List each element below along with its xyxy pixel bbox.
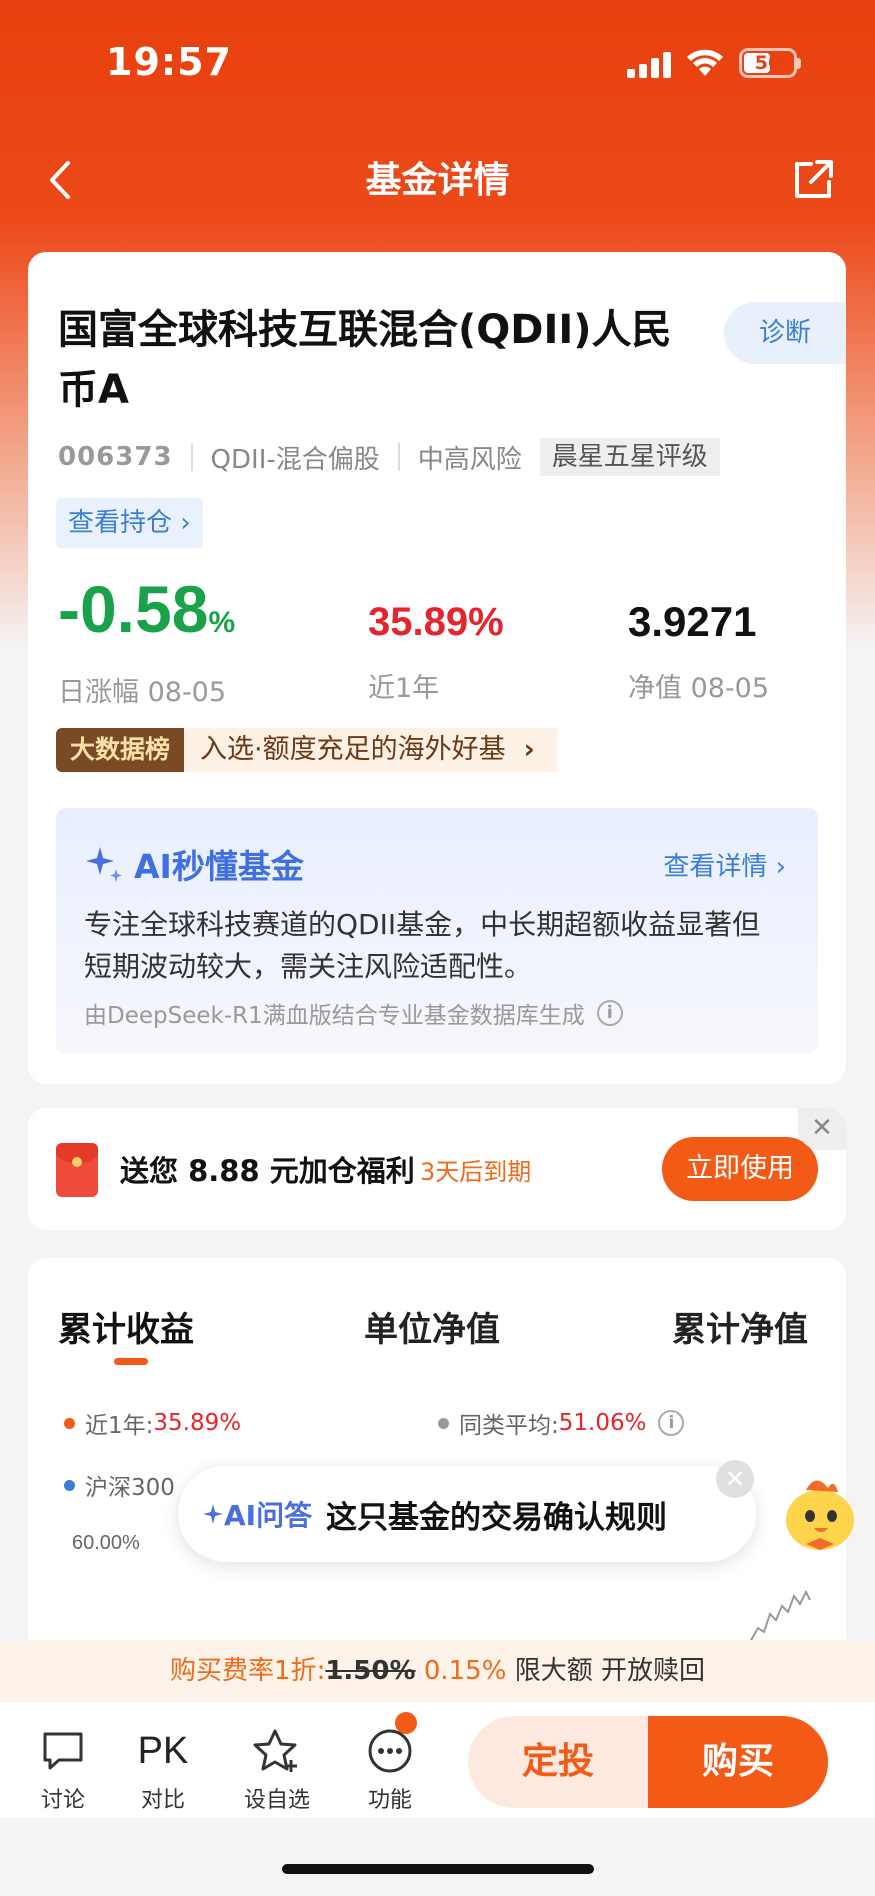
fund-code: 006373: [58, 442, 173, 472]
watch-label: 设自选: [243, 1788, 310, 1813]
coupon-expiry: 3天后到期: [420, 1158, 532, 1186]
fund-type: QDII-混合偏股: [210, 444, 380, 475]
sparkle-icon: [203, 1504, 223, 1524]
more-dots-icon: [368, 1729, 412, 1773]
add-watchlist-button[interactable]: 设自选: [232, 1726, 322, 1814]
ai-details-link[interactable]: 查看详情 ›: [663, 846, 786, 883]
notification-dot: [395, 1712, 417, 1734]
fund-name: 国富全球科技互联混合(QDII)人民币A: [58, 307, 672, 413]
ai-summary-title: AI秒懂基金: [84, 840, 304, 888]
chat-bubble-icon: [43, 1732, 83, 1770]
daily-change-unit: %: [208, 606, 236, 639]
buy-button[interactable]: 购买: [648, 1716, 828, 1808]
ai-summary-panel: AI秒懂基金 查看详情 › 专注全球科技赛道的QDII基金，中长期超额收益显著但…: [56, 808, 818, 1054]
pk-icon: PK: [137, 1730, 189, 1772]
function-button[interactable]: 功能: [345, 1726, 435, 1814]
legend-csi300: 沪深300: [64, 1468, 175, 1502]
ai-footnote: 由DeepSeek-R1满血版结合专业基金数据库生成 i: [84, 996, 623, 1030]
fee-original: 1.50%: [325, 1656, 416, 1686]
coupon-card: 送您 8.88 元加仓福利 3天后到期 立即使用 ✕: [28, 1108, 846, 1230]
view-holdings-button[interactable]: 查看持仓 ›: [56, 498, 203, 548]
fee-prefix: 购买费率1折:: [170, 1656, 326, 1686]
legend-csi300-label: 沪深300: [85, 1475, 175, 1501]
fee-banner: 购买费率1折:1.50% 0.15% 限大额 开放赎回: [0, 1640, 875, 1702]
star-plus-icon: [253, 1729, 297, 1772]
ai-qa-tag-text: AI问答: [224, 1499, 313, 1532]
chart-line: [749, 1589, 811, 1643]
legend-1y: 近1年: 35.89%: [64, 1406, 241, 1440]
home-indicator: [282, 1864, 594, 1874]
legend-peer-avg: 同类平均: 51.06% i: [438, 1406, 685, 1440]
y-axis-tick: 60.00%: [72, 1532, 140, 1554]
chevron-right-icon: ›: [523, 734, 535, 765]
fund-risk: 中高风险: [417, 444, 522, 475]
info-icon[interactable]: i: [658, 1410, 685, 1436]
red-envelope-icon: [56, 1143, 98, 1197]
status-bar: 19:57 50: [0, 0, 875, 120]
bigdata-ranking-banner[interactable]: 大数据榜 入选·额度充足的海外好基 ›: [56, 728, 557, 772]
tab-unit-nav[interactable]: 单位净值: [364, 1302, 500, 1351]
function-label: 功能: [367, 1788, 412, 1813]
year-return-stat: 35.89% 近1年: [368, 598, 504, 705]
share-icon[interactable]: [789, 156, 837, 204]
discuss-button[interactable]: 讨论: [18, 1726, 108, 1814]
nav-value: 3.9271: [628, 598, 757, 645]
active-tab-indicator: [114, 1358, 148, 1365]
daily-change-stat: -0.58% 日涨幅 08-05: [58, 572, 235, 709]
legend-peer-avg-label: 同类平均:: [459, 1413, 559, 1439]
ai-qa-tag: AI问答: [202, 1494, 312, 1534]
compare-button[interactable]: PK 对比: [118, 1726, 208, 1814]
info-icon[interactable]: i: [596, 1000, 623, 1026]
compare-label: 对比: [140, 1788, 185, 1813]
daily-change-label: 日涨幅 08-05: [58, 677, 227, 708]
legend-1y-value: 35.89%: [153, 1410, 242, 1436]
ai-summary-text: 专注全球科技赛道的QDII基金，中长期超额收益显著但短期波动较大，需关注风险适配…: [84, 908, 761, 983]
chevron-right-icon: ›: [180, 508, 191, 538]
view-holdings-label: 查看持仓: [68, 508, 173, 538]
legend-1y-label: 近1年:: [85, 1413, 154, 1439]
year-return-label: 近1年: [368, 673, 440, 704]
legend-peer-avg-value: 51.06%: [558, 1410, 647, 1436]
battery-icon: 50: [739, 48, 797, 78]
status-time: 19:57: [106, 40, 232, 84]
auto-invest-button[interactable]: 定投: [468, 1716, 648, 1808]
morningstar-rating-badge: 晨星五星评级: [539, 438, 720, 476]
daily-change-value: -0.58: [58, 572, 209, 646]
ai-footnote-text: 由DeepSeek-R1满血版结合专业基金数据库生成: [84, 1003, 585, 1029]
fund-meta: 006373 QDII-混合偏股 中高风险 晨星五星评级: [58, 438, 720, 476]
tab-cumulative-return[interactable]: 累计收益: [58, 1302, 194, 1351]
use-coupon-button[interactable]: 立即使用: [662, 1137, 818, 1201]
close-icon[interactable]: ✕: [798, 1108, 846, 1150]
cellular-signal-icon: [627, 52, 673, 78]
fund-info-card: 国富全球科技互联混合(QDII)人民币A 诊断 006373 QDII-混合偏股…: [28, 252, 846, 1084]
mascot-chick-icon[interactable]: [776, 1468, 866, 1558]
ai-qa-bubble[interactable]: AI问答 这只基金的交易确认规则: [178, 1466, 756, 1562]
diagnose-button[interactable]: 诊断: [724, 302, 846, 364]
close-icon[interactable]: ✕: [716, 1460, 754, 1498]
year-return-value: 35.89%: [368, 600, 504, 644]
ai-details-link-text: 查看详情: [663, 852, 768, 882]
wifi-icon: [687, 49, 723, 76]
fee-discount: 0.15%: [423, 1656, 507, 1686]
bigdata-tag: 大数据榜: [56, 728, 185, 772]
nav-value-label: 净值 08-05: [628, 673, 770, 704]
nav-value-stat: 3.9271 净值 08-05: [628, 598, 769, 705]
fee-suffix: 限大额 开放赎回: [514, 1656, 705, 1686]
page-title: 基金详情: [365, 160, 510, 201]
bigdata-text: 入选·额度充足的海外好基: [200, 734, 506, 765]
sparkle-icon: [86, 847, 122, 882]
tab-cumulative-nav[interactable]: 累计净值: [672, 1302, 808, 1351]
coupon-text: 送您 8.88 元加仓福利: [120, 1154, 415, 1188]
ai-qa-question: 这只基金的交易确认规则: [326, 1500, 667, 1536]
discuss-label: 讨论: [40, 1788, 85, 1813]
ai-summary-title-text: AI秒懂基金: [134, 847, 304, 886]
battery-level: 50: [754, 52, 782, 74]
